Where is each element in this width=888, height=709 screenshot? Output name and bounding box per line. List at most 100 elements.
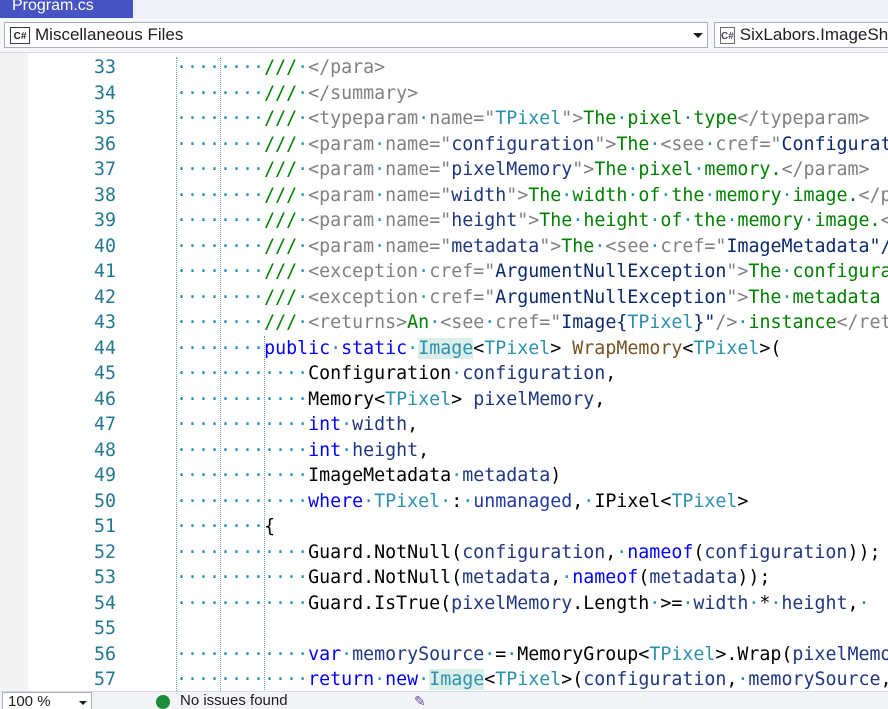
status-bar: 100 % No issues found ✎ <box>0 691 888 709</box>
code-text: ············Guard.NotNull(configuration,… <box>176 540 880 566</box>
code-line[interactable]: 46 ············Memory<TPixel> pixelMemory… <box>0 387 888 413</box>
code-line[interactable]: 52 ············Guard.NotNull(configuratio… <box>0 540 888 566</box>
code-line[interactable]: 42 ········///·<exception·cref="ArgumentN… <box>0 285 888 311</box>
whitespace-dots: ············ <box>176 643 309 665</box>
code-token: name=" <box>385 159 452 180</box>
code-token: "> <box>572 159 595 180</box>
code-token: TPixel <box>495 669 562 690</box>
whitespace-dots: ············ <box>176 363 309 384</box>
code-line[interactable]: 49 ············ImageMetadata·metadata) <box>0 463 888 489</box>
line-number: 36 <box>93 133 116 155</box>
code-token: An <box>407 312 430 333</box>
code-line[interactable]: 43 ········///·<returns>An·<see·cref="Ima… <box>0 310 888 336</box>
zoom-level: 100 % <box>8 693 51 709</box>
code-token: nameof <box>627 541 694 563</box>
code-token: · <box>770 592 782 614</box>
csharp-file-icon: C# <box>10 26 30 44</box>
type-dropdown[interactable]: C# SixLabors.ImageSharp.Image <box>714 22 888 48</box>
issues-status[interactable]: No issues found <box>180 692 288 709</box>
code-line[interactable]: 34 ········///·</summary> <box>0 81 888 107</box>
project-dropdown[interactable]: C# Miscellaneous Files <box>4 22 708 48</box>
code-token: Image <box>418 337 474 359</box>
code-token: TPixel <box>693 337 760 359</box>
code-token: > <box>451 388 474 410</box>
code-line[interactable]: 50 ············where·TPixel·:·unmanaged,·… <box>0 489 888 515</box>
code-line[interactable]: 55 <box>0 616 888 642</box>
code-text: ········///·<returns>An·<see·cref="Image… <box>176 310 888 336</box>
code-token: , <box>881 669 888 690</box>
code-line[interactable]: 56 ············var·memorySource·=·MemoryG… <box>0 642 888 668</box>
code-token: · <box>561 184 573 206</box>
chevron-down-icon[interactable] <box>693 33 703 38</box>
code-line[interactable]: 33 ········///·</para> <box>0 55 888 81</box>
code-token: width <box>451 184 507 206</box>
line-number: 56 <box>93 643 116 665</box>
code-line[interactable]: 51 ········{ <box>0 514 888 540</box>
code-line[interactable]: 36 ········///·<param·name="configuration… <box>0 132 888 158</box>
code-token: · <box>451 363 463 384</box>
code-token: TPixel <box>495 108 562 129</box>
code-token: name=" <box>385 184 452 206</box>
whitespace-dots: ············ <box>176 669 309 690</box>
code-token: · <box>341 643 353 665</box>
code-token: metadata <box>649 567 738 588</box>
code-line[interactable]: 41 ········///·<exception·cref="ArgumentN… <box>0 259 888 285</box>
code-token: int <box>308 414 342 435</box>
line-number: 57 <box>93 669 116 690</box>
code-text: ········///·<exception·cref="ArgumentNul… <box>176 259 888 285</box>
code-token: The <box>616 133 650 155</box>
code-token: · <box>616 108 628 129</box>
code-token: The <box>528 184 562 206</box>
code-line[interactable]: 40 ········///·<param·name="metadata">The… <box>0 234 888 260</box>
code-token: )); <box>847 541 881 563</box>
document-tab-strip: Program.cs <box>0 0 888 18</box>
code-token: > <box>550 337 573 359</box>
line-number: 47 <box>93 414 116 435</box>
code-cleanup-brush-icon[interactable]: ✎ <box>414 694 430 708</box>
tab-program-cs[interactable]: Program.cs <box>0 0 133 18</box>
zoom-dropdown[interactable]: 100 % <box>2 692 92 709</box>
line-number: 52 <box>93 541 116 563</box>
code-token: pixelMemory <box>451 592 573 614</box>
code-editor[interactable]: 33 ········///·</para> 34 ········///·</sum… <box>0 53 888 691</box>
code-line[interactable]: 47 ············int·width, <box>0 412 888 438</box>
code-token: </typeparam> <box>737 108 870 129</box>
code-token: var <box>308 643 342 665</box>
code-token: "> <box>726 261 749 282</box>
code-line[interactable]: 38 ········///·<param·name="width">The·wi… <box>0 183 888 209</box>
code-token: width <box>352 414 408 435</box>
code-token: · <box>374 210 386 231</box>
code-text: ········///·</summary> <box>176 81 418 107</box>
code-token: · <box>297 184 309 206</box>
code-token: TPixel <box>385 388 452 410</box>
code-token: return <box>308 669 375 690</box>
code-text: ············int·width, <box>176 412 418 438</box>
code-token: · <box>330 337 342 359</box>
code-token: · <box>649 133 661 155</box>
code-token: pixelMemory <box>792 643 888 665</box>
code-token: · <box>682 108 694 129</box>
code-line[interactable]: 57 ············return·new·Image<TPixel>(c… <box>0 667 888 691</box>
code-text: ········///·</para> <box>176 55 385 81</box>
code-token: nameof <box>572 567 639 588</box>
whitespace-dots: ············ <box>176 414 309 435</box>
code-token: ImageMetadata <box>308 465 452 486</box>
code-token: · <box>737 312 749 333</box>
code-line[interactable]: 35 ········///·<typeparam·name="TPixel">T… <box>0 106 888 132</box>
code-line[interactable]: 54 ············Guard.IsTrue(pixelMemory.L… <box>0 591 888 617</box>
code-token: width <box>572 184 628 206</box>
code-token: · <box>748 592 760 614</box>
code-line[interactable]: 53 ············Guard.NotNull(metadata,·na… <box>0 565 888 591</box>
code-line[interactable]: 45 ············Configuration·configuratio… <box>0 361 888 387</box>
line-number: 41 <box>93 261 116 282</box>
code-line[interactable]: 44 ········public·static·Image<TPixel> Wr… <box>0 336 888 362</box>
code-token: metadata <box>792 286 881 308</box>
code-token: /// <box>264 159 298 180</box>
code-line[interactable]: 39 ········///·<param·name="height">The·h… <box>0 208 888 234</box>
code-token: · <box>418 108 430 129</box>
whitespace-dots: ············ <box>176 567 309 588</box>
code-line[interactable]: 37 ········///·<param·name="pixelMemory">… <box>0 157 888 183</box>
code-token: image. <box>792 184 859 206</box>
chevron-down-icon[interactable] <box>79 701 87 705</box>
code-line[interactable]: 48 ············int·height, <box>0 438 888 464</box>
